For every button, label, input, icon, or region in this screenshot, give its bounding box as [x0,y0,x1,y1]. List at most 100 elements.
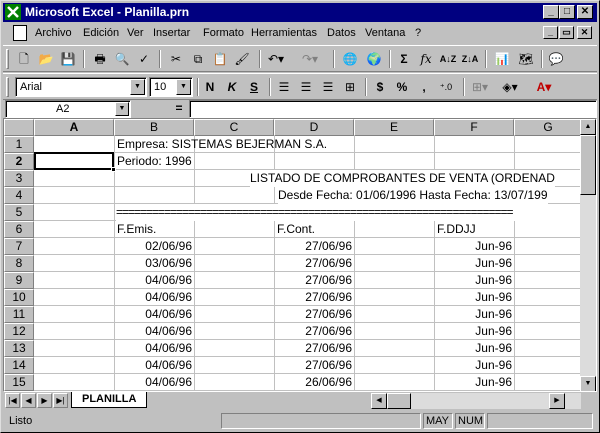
cell-emis[interactable]: 04/06/96 [114,357,192,374]
column-header-c[interactable]: C [194,119,274,136]
first-sheet-icon[interactable]: |◀ [5,393,20,408]
menu-ver[interactable]: Ver [127,27,144,39]
column-header-d[interactable]: D [274,119,354,136]
italic-button[interactable]: K [221,77,243,97]
row-header-8[interactable]: 8 [4,255,34,272]
increase-decimal-icon[interactable]: ⁺.0 [435,77,457,97]
cell-cont[interactable]: 27/06/96 [274,255,352,272]
menu-ventana[interactable]: Ventana [365,27,405,39]
minimize-button[interactable]: _ [543,5,559,19]
row-header-3[interactable]: 3 [4,170,34,187]
cell-cont[interactable]: 27/06/96 [274,357,352,374]
cut-icon[interactable]: ✂ [165,49,187,69]
chart-wizard-icon[interactable]: 📊 [491,49,513,69]
cell-emis[interactable]: 04/06/96 [114,374,192,391]
cell-b6[interactable]: F.Emis. [117,221,156,238]
row-header-9[interactable]: 9 [4,272,34,289]
prev-sheet-icon[interactable]: ◀ [21,393,36,408]
web-toolbar-icon[interactable]: 🌐 [339,49,361,69]
column-header-f[interactable]: F [434,119,514,136]
toolbar-grip[interactable] [6,77,9,97]
active-cell-a2[interactable] [34,152,116,172]
sheet-tab-planilla[interactable]: PLANILLA [71,392,148,408]
select-all-corner[interactable] [4,119,34,136]
font-name-select[interactable]: Arial ▼ [15,77,147,97]
document-icon[interactable] [13,25,27,41]
merge-center-icon[interactable]: ⊞ [339,77,361,97]
cell-ddjj[interactable]: Jun-96 [434,357,512,374]
save-icon[interactable]: 💾 [57,49,79,69]
new-icon[interactable]: 🗋 [13,49,35,69]
autosum-icon[interactable]: Σ [393,49,415,69]
cell-ddjj[interactable]: Jun-96 [434,340,512,357]
edit-formula-button[interactable]: = [169,101,189,117]
menu-archivo[interactable]: Archivo [35,27,72,39]
align-left-icon[interactable]: ☰ [273,77,295,97]
align-center-icon[interactable]: ☰ [295,77,317,97]
print-icon[interactable]: 🖶 [89,49,111,69]
cell-cont[interactable]: 27/06/96 [274,238,352,255]
row-header-13[interactable]: 13 [4,340,34,357]
hscroll-thumb[interactable] [387,393,411,409]
function-wizard-icon[interactable]: fx [415,49,437,69]
toolbar-grip[interactable] [6,49,9,69]
doc-minimize-button[interactable]: _ [543,26,558,39]
column-header-e[interactable]: E [354,119,434,136]
underline-button[interactable]: S [243,77,265,97]
column-header-a[interactable]: A [34,119,114,136]
cell-emis[interactable]: 04/06/96 [114,272,192,289]
row-header-10[interactable]: 10 [4,289,34,306]
scroll-down-icon[interactable]: ▼ [580,376,596,391]
column-header-b[interactable]: B [114,119,194,136]
row-header-7[interactable]: 7 [4,238,34,255]
next-sheet-icon[interactable]: ▶ [37,393,52,408]
cell-d4[interactable]: Desde Fecha: 01/06/1996 Hasta Fecha: 13/… [278,187,548,204]
scroll-right-icon[interactable]: ▶ [549,393,565,409]
doc-restore-button[interactable]: ▭ [559,26,574,39]
cell-f6[interactable]: F.DDJJ [437,221,476,238]
map-icon[interactable]: 🗺 [515,49,537,69]
cell-ddjj[interactable]: Jun-96 [434,289,512,306]
cell-cont[interactable]: 27/06/96 [274,272,352,289]
spelling-icon[interactable]: ✓ [133,49,155,69]
cell-b5[interactable]: ========================================… [116,204,582,221]
cell-emis[interactable]: 03/06/96 [114,255,192,272]
maximize-button[interactable]: □ [559,5,575,19]
percent-icon[interactable]: % [391,77,413,97]
doc-close-button[interactable]: ✕ [577,26,592,39]
hyperlink-icon[interactable]: 🌍 [363,49,385,69]
cell-emis[interactable]: 04/06/96 [114,323,192,340]
menu-help[interactable]: ? [415,27,421,39]
vertical-scrollbar[interactable]: ▲ ▼ [580,119,596,391]
chevron-down-icon[interactable]: ▼ [115,102,129,116]
menu-datos[interactable]: Datos [327,27,356,39]
cell-ddjj[interactable]: Jun-96 [434,323,512,340]
sort-descending-icon[interactable]: Z↓A [459,49,481,69]
row-header-12[interactable]: 12 [4,323,34,340]
row-header-11[interactable]: 11 [4,306,34,323]
menu-edicion[interactable]: Edición [83,27,119,39]
bold-button[interactable]: N [199,77,221,97]
row-header-14[interactable]: 14 [4,357,34,374]
cell-cont[interactable]: 27/06/96 [274,340,352,357]
fill-color-icon[interactable]: ◈▾ [499,77,521,97]
cell-ddjj[interactable]: Jun-96 [434,255,512,272]
chevron-down-icon[interactable]: ▼ [130,79,145,95]
worksheet-grid[interactable]: A B C D E F G 1 2 3 4 5 6 7 8 9 10 11 12 13 14 15 Empr… [3,118,597,392]
row-header-1[interactable]: 1 [4,136,34,153]
scroll-up-icon[interactable]: ▲ [580,119,596,135]
format-painter-icon[interactable]: 🖌 [231,49,253,69]
row-header-15[interactable]: 15 [4,374,34,391]
open-icon[interactable]: 📂 [35,49,57,69]
comma-style-icon[interactable]: , [413,77,435,97]
cell-d3[interactable]: LISTADO DE COMPROBANTES DE VENTA (ORDENA… [250,170,555,187]
align-right-icon[interactable]: ☰ [317,77,339,97]
column-header-g[interactable]: G [514,119,582,136]
close-button[interactable]: ✕ [577,5,593,19]
row-header-5[interactable]: 5 [4,204,34,221]
cell-emis[interactable]: 02/06/96 [114,238,192,255]
last-sheet-icon[interactable]: ▶| [53,393,68,408]
cell-ddjj[interactable]: Jun-96 [434,272,512,289]
menu-formato[interactable]: Formato [203,27,244,39]
horizontal-scrollbar[interactable]: ◀ ▶ [371,393,581,409]
